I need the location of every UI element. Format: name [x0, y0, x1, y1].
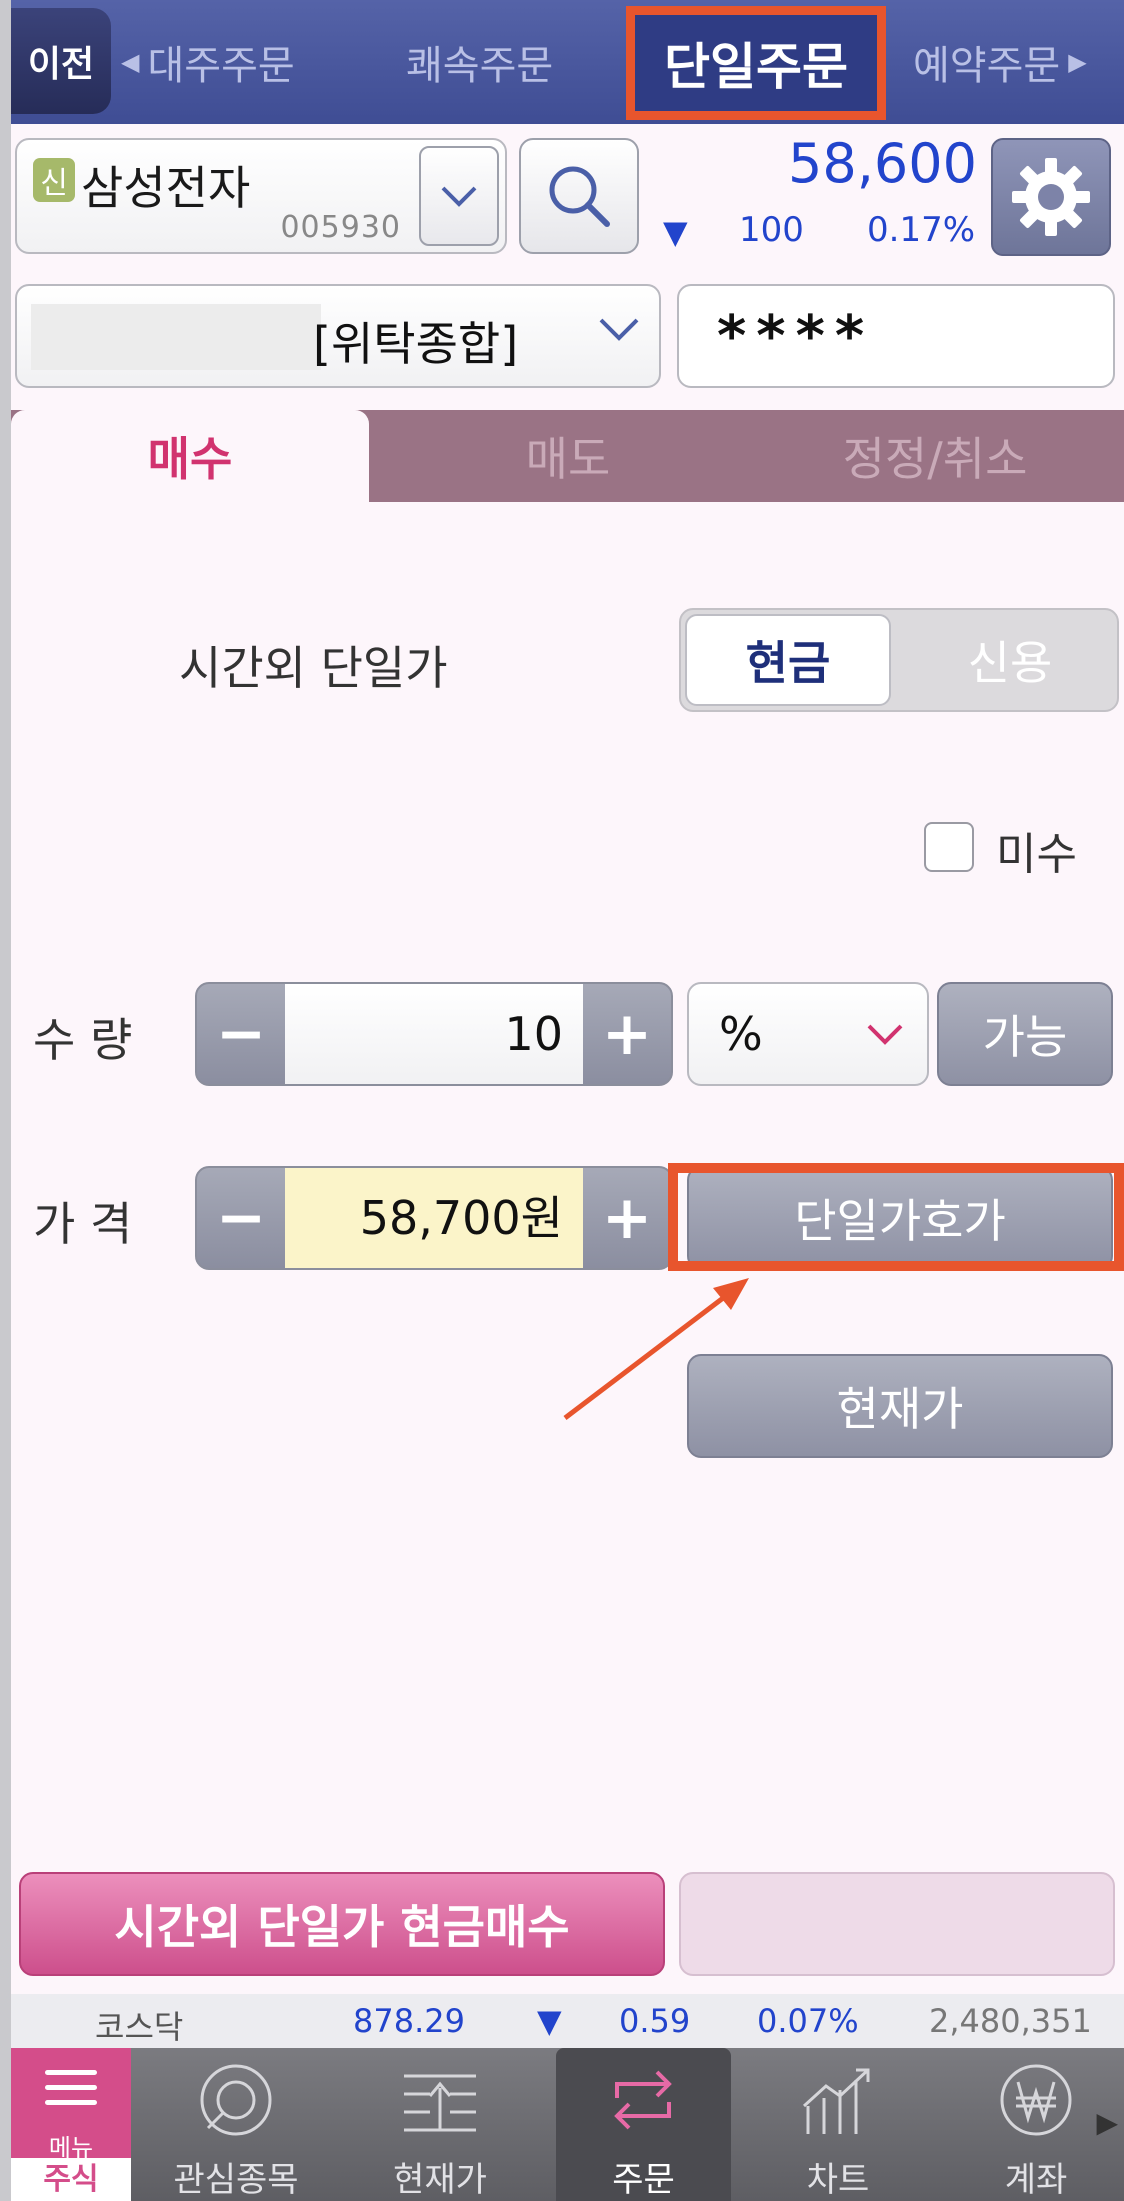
tabbar-label: 관심종목: [173, 2160, 299, 2200]
nav-tab-quick-order[interactable]: 쾌속주문: [406, 0, 553, 124]
nav-tab-label: 예약주문: [913, 43, 1061, 89]
down-triangle-icon: ▼: [663, 213, 688, 251]
price-label: 가 격: [33, 1197, 133, 1251]
chevron-down-icon: [441, 186, 477, 207]
right-arrow-icon: ▶: [1068, 48, 1087, 76]
ticker-volume: 2,480,351: [929, 2002, 1092, 2040]
tabbar-label: 차트: [806, 2160, 870, 2200]
search-icon: [549, 166, 610, 227]
session-label: 시간외 단일가: [179, 641, 448, 695]
quantity-input[interactable]: 10: [285, 984, 583, 1084]
order-side-tabs: 매수 매도 정정/취소: [11, 410, 1124, 502]
current-price-button[interactable]: 현재가: [687, 1354, 1113, 1458]
stock-dropdown-button[interactable]: [419, 146, 499, 246]
highlight-box: [668, 1163, 1124, 1271]
price-change: 100: [739, 210, 804, 250]
won-currency-icon: [1000, 2064, 1072, 2136]
tab-modify-cancel[interactable]: 정정/취소: [756, 410, 1114, 502]
tabbar-current-price[interactable]: 현재가: [365, 2048, 515, 2201]
gear-icon: [1012, 158, 1090, 236]
quantity-stepper: − 10 +: [195, 982, 673, 1086]
menu-button[interactable]: 메뉴 주식: [11, 2048, 131, 2201]
account-type: [위탁종합]: [313, 317, 519, 371]
chevron-down-icon: [867, 1024, 903, 1045]
tabbar-chart[interactable]: 차트: [763, 2048, 913, 2201]
ticker-change: 0.59: [619, 2002, 691, 2040]
stock-name: 삼성전자: [81, 161, 251, 215]
quantity-minus-button[interactable]: −: [197, 984, 285, 1084]
account-number-masked: [31, 304, 321, 370]
nav-tab-lending-order[interactable]: ◀ 대주주문: [121, 0, 295, 124]
tabbar-watchlist[interactable]: 관심종목: [161, 2048, 311, 2201]
price-stepper: − 58,700원 +: [195, 1166, 673, 1270]
quantity-unit-value: %: [719, 1007, 763, 1061]
stock-code: 005930: [280, 210, 401, 245]
settings-button[interactable]: [991, 138, 1111, 256]
quantity-unit-select[interactable]: %: [687, 982, 929, 1086]
missu-label: 미수: [996, 829, 1077, 880]
credit-option[interactable]: 신용: [907, 614, 1113, 706]
cash-option[interactable]: 현금: [685, 614, 891, 706]
credit-badge: 신: [33, 158, 75, 202]
account-selector[interactable]: [위탁종합]: [15, 284, 661, 388]
bottom-tab-bar: 메뉴 주식 관심종목 현재가 주문 차트 계좌 ▶: [11, 2048, 1124, 2201]
chart-icon: [802, 2068, 870, 2134]
submit-order-button[interactable]: 시간외 단일가 현금매수: [19, 1872, 665, 1976]
tabbar-label: 계좌: [1004, 2160, 1068, 2200]
stock-selector[interactable]: 신 삼성전자 005930: [15, 138, 507, 254]
menu-category-stock[interactable]: 주식: [11, 2158, 131, 2201]
stock-search-button[interactable]: [519, 138, 639, 254]
ticker-index: 878.29: [353, 2002, 465, 2040]
ticker-change-percent: 0.07%: [757, 2002, 859, 2040]
market-ticker: 코스닥 878.29 ▼ 0.59 0.07% 2,480,351: [11, 1994, 1124, 2048]
nav-tab-label: 단일주문: [664, 38, 848, 96]
more-arrow-icon[interactable]: ▶: [1096, 2106, 1118, 2139]
price-levels-icon: [404, 2074, 476, 2132]
back-button[interactable]: 이전: [11, 8, 111, 114]
quantity-label: 수 량: [33, 1013, 133, 1067]
nav-tab-label: 쾌속주문: [406, 43, 554, 89]
price-plus-button[interactable]: +: [583, 1168, 671, 1268]
available-quantity-button[interactable]: 가능: [937, 982, 1113, 1086]
password-field[interactable]: ****: [677, 284, 1115, 388]
tabbar-label: 주문: [612, 2160, 675, 2200]
ticker-market: 코스닥: [95, 2008, 184, 2046]
tabbar-order[interactable]: 주문: [556, 2048, 731, 2201]
left-arrow-icon: ◀: [121, 48, 140, 76]
tabbar-account[interactable]: 계좌: [961, 2048, 1111, 2201]
chevron-down-icon: [599, 318, 639, 341]
current-price: 58,600: [788, 132, 977, 195]
tab-buy[interactable]: 매수: [11, 410, 369, 502]
price-minus-button[interactable]: −: [197, 1168, 285, 1268]
cash-credit-toggle[interactable]: 현금 신용: [679, 608, 1119, 712]
hamburger-icon: [45, 2070, 97, 2115]
tabbar-label: 현재가: [393, 2160, 487, 2200]
swap-arrows-icon: [614, 2070, 672, 2130]
quantity-plus-button[interactable]: +: [583, 984, 671, 1084]
price-change-percent: 0.17%: [867, 210, 976, 250]
app-frame: 이전 ◀ 대주주문 쾌속주문 단일주문 예약주문 ▶ 신 삼성전자 005930: [11, 0, 1124, 2201]
watchlist-icon: [200, 2064, 272, 2136]
nav-tab-reserved-order[interactable]: 예약주문 ▶: [913, 0, 1087, 124]
nav-tab-label: 대주주문: [147, 43, 295, 89]
down-triangle-icon: ▼: [537, 2002, 562, 2040]
missu-checkbox[interactable]: [924, 822, 974, 872]
price-input[interactable]: 58,700원: [285, 1168, 583, 1268]
nav-tab-single-order[interactable]: 단일주문: [626, 6, 886, 120]
order-type-nav: 이전 ◀ 대주주문 쾌속주문 단일주문 예약주문 ▶: [11, 0, 1124, 124]
tab-sell[interactable]: 매도: [389, 410, 747, 502]
order-secondary-button[interactable]: [679, 1872, 1115, 1976]
